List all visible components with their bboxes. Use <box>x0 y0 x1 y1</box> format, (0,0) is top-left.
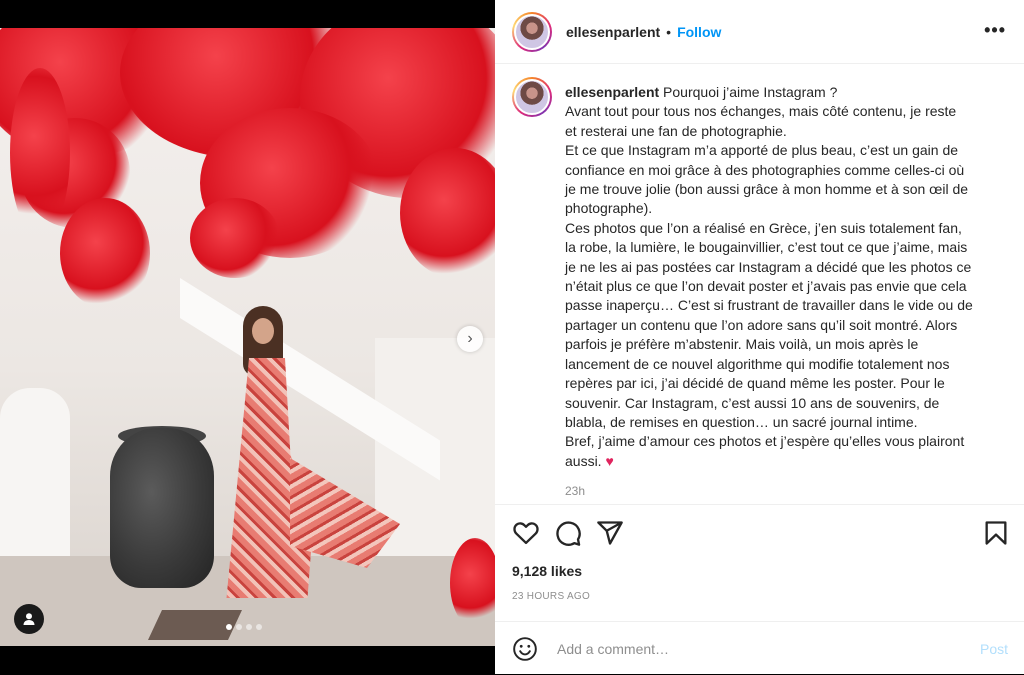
caption-line: Bref, j’aime d’amour ces photos et j’esp… <box>565 433 965 450</box>
post-dialog: › ellesenparlent • Follow ••• ellesenpar… <box>0 0 1024 674</box>
caption-line: je me trouve jolie (bon aussi grâce à mo… <box>565 181 969 198</box>
caption-line: passe inaperçu… C’est si frustrant de tr… <box>565 297 973 314</box>
comment-icon[interactable] <box>554 519 582 547</box>
avatar-image <box>514 13 550 50</box>
caption-line: repères par ici, j’ai décidé de quand mê… <box>565 375 945 392</box>
caption-line: et resterai une fan de photographie. <box>565 122 787 139</box>
carousel-indicator <box>226 624 262 630</box>
likes-count[interactable]: 9,128 likes <box>512 563 582 579</box>
post-date[interactable]: 23 HOURS AGO <box>512 591 590 602</box>
user-tag-icon <box>23 613 35 625</box>
caption-line: partager un contenu que l’on adore sans … <box>565 316 958 333</box>
chevron-right-icon: › <box>467 330 473 347</box>
photo-woman-face <box>252 318 274 344</box>
photo-blossom <box>10 68 70 238</box>
caption-line: lancement de ce nouvel algorithme qui mo… <box>565 355 950 372</box>
caption-line: je ne les ai pas postées car Instagram a… <box>565 258 972 275</box>
username-link[interactable]: ellesenparlent <box>566 24 660 40</box>
header-separator: • <box>666 23 672 40</box>
avatar-image <box>514 79 550 115</box>
carousel-dot <box>246 624 252 630</box>
carousel-dot <box>226 624 232 630</box>
heart-emoji: ♥ <box>605 452 614 469</box>
caption-line: blabla, de remises en question… un sacré… <box>565 413 918 430</box>
avatar[interactable] <box>512 77 552 117</box>
caption-line: confiance en moi grâce à des photographi… <box>565 161 965 178</box>
caption-line: parfois je préfère m’abstenir. Mais voil… <box>565 336 919 353</box>
post-sidebar: ellesenparlent • Follow ••• ellesenparle… <box>495 0 1024 674</box>
caption-timestamp: 23h <box>565 484 586 498</box>
carousel-dot <box>236 624 242 630</box>
action-bar <box>495 504 1024 561</box>
caption-line: n’était plus ce que l’on devait poster e… <box>565 278 967 295</box>
caption-line: la robe, la lumière, le bougainvillier, … <box>565 239 968 256</box>
emoji-icon[interactable] <box>512 636 538 662</box>
more-options-button[interactable]: ••• <box>984 20 1006 41</box>
photo-blossom <box>60 198 150 308</box>
post-comment-button[interactable]: Post <box>980 641 1008 657</box>
heart-icon[interactable] <box>512 519 540 547</box>
caption-line: souvenir. Car Instagram, c’est aussi 10 … <box>565 394 940 411</box>
photo-blossom <box>450 538 495 628</box>
comment-input[interactable] <box>555 637 959 661</box>
follow-button[interactable]: Follow <box>677 24 721 40</box>
bookmark-icon[interactable] <box>982 519 1010 547</box>
share-icon[interactable] <box>596 519 624 547</box>
tagged-users-button[interactable] <box>14 604 44 634</box>
comment-bar: Post <box>495 621 1024 675</box>
caption-first-line: Pourquoi j’aime Instagram ? <box>663 84 838 100</box>
caption-body: Avant tout pour tous nos échanges, mais … <box>565 102 1005 451</box>
caption-last-line: aussi. <box>565 452 602 469</box>
post-media: › <box>0 0 495 674</box>
post-photo[interactable] <box>0 28 495 646</box>
photo-blossom <box>400 148 495 278</box>
caption-line: Avant tout pour tous nos échanges, mais … <box>565 103 957 120</box>
caption-line: photographe). <box>565 200 653 217</box>
avatar[interactable] <box>512 11 552 52</box>
carousel-next-button[interactable]: › <box>457 326 483 352</box>
caption-line: Ces photos que l’on a réalisé en Grèce, … <box>565 219 962 236</box>
post-caption: ellesenparlent Pourquoi j’aime Instagram… <box>565 83 1005 471</box>
caption-username[interactable]: ellesenparlent <box>565 84 659 100</box>
post-header: ellesenparlent • Follow ••• <box>495 0 1024 64</box>
caption-area[interactable]: ellesenparlent Pourquoi j’aime Instagram… <box>495 64 1024 504</box>
caption-line: Et ce que Instagram m’a apporté de plus … <box>565 142 959 159</box>
photo-pot <box>110 428 214 588</box>
photo-blossom <box>190 198 280 278</box>
carousel-dot <box>256 624 262 630</box>
